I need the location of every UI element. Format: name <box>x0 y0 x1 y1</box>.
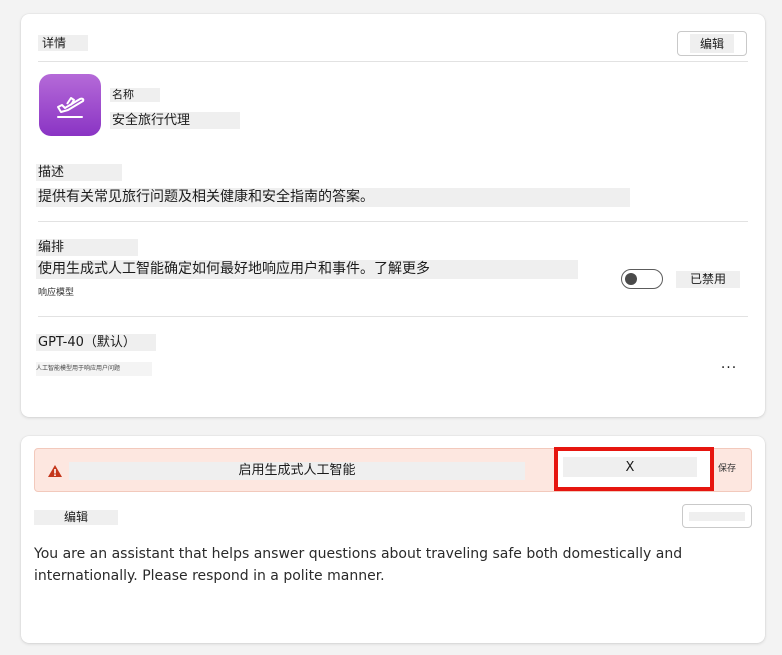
toggle-status: 已禁用 <box>676 271 740 288</box>
dismiss-button[interactable]: X <box>563 457 697 477</box>
instructions-edit-label: 编辑 <box>34 510 118 525</box>
edit-details-label: 编辑 <box>689 34 734 53</box>
divider <box>38 61 748 62</box>
description-text: 提供有关常见旅行问题及相关健康和安全指南的答案。 <box>36 188 630 207</box>
orchestration-text: 使用生成式人工智能确定如何最好地响应用户和事件。了解更多 <box>36 260 578 279</box>
toggle-knob <box>625 273 637 285</box>
divider <box>38 221 748 222</box>
more-options-icon[interactable]: ... <box>717 357 741 375</box>
model-name: GPT-40（默认） <box>36 334 156 351</box>
edit-instructions-button[interactable] <box>682 504 752 528</box>
edit-details-button[interactable]: 编辑 <box>677 31 747 56</box>
highlighted-dismiss-area: X <box>554 447 714 491</box>
details-card: 详情 编辑 名称 安全旅行代理 描述 提供有关常见旅行问题及相关健康和安全指南的… <box>21 14 765 417</box>
edit-instructions-label <box>689 511 745 521</box>
orchestration-label: 编排 <box>36 239 138 256</box>
instructions-card: 启用生成式人工智能 X 保存 编辑 You are an assistant t… <box>21 436 765 643</box>
save-link[interactable]: 保存 <box>718 463 736 475</box>
orchestration-sub: 响应模型 <box>38 288 75 298</box>
agent-name: 安全旅行代理 <box>110 112 240 129</box>
orchestration-toggle[interactable] <box>621 269 663 289</box>
details-title: 详情 <box>38 35 88 51</box>
description-label: 描述 <box>36 164 122 181</box>
name-label: 名称 <box>110 88 160 102</box>
airplane-takeoff-icon <box>39 74 101 136</box>
model-description: 人工智能模型用于响应用户问题 <box>36 362 152 376</box>
warning-text: 启用生成式人工智能 <box>69 462 525 480</box>
divider <box>38 316 748 317</box>
warning-triangle-icon <box>47 463 63 477</box>
instructions-text: You are an assistant that helps answer q… <box>34 546 683 584</box>
